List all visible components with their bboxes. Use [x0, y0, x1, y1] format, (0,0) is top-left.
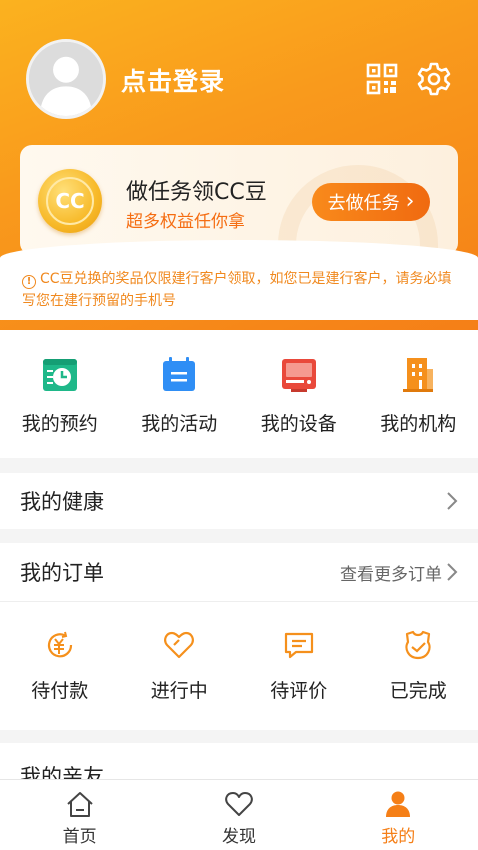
- appointment-icon: [40, 355, 80, 395]
- order-status-to-review[interactable]: 待评价: [239, 628, 359, 703]
- quick-link-device[interactable]: 我的设备: [239, 355, 359, 436]
- in-progress-icon: [162, 628, 196, 662]
- tab-label: 发现: [221, 827, 256, 847]
- relatives-section: 我的亲友: [0, 743, 478, 783]
- coin-label: CC: [46, 177, 94, 225]
- quick-link-label: 我的设备: [260, 413, 337, 435]
- notice-text: ! CC豆兑换的奖品仅限建行客户领取，如您已是建行客户，请务必填写您在建行预留的手…: [22, 268, 462, 312]
- relatives-title[interactable]: 我的亲友: [0, 743, 478, 783]
- order-status-label: 待付款: [31, 680, 89, 702]
- quick-link-activity[interactable]: 我的活动: [120, 355, 240, 436]
- qr-code-button[interactable]: [366, 63, 398, 95]
- order-status-pending-payment[interactable]: 待付款: [0, 628, 120, 703]
- login-link[interactable]: 点击登录: [121, 62, 225, 98]
- health-row[interactable]: 我的健康: [0, 473, 478, 529]
- quick-link-institution[interactable]: 我的机构: [359, 355, 478, 436]
- chevron-right-icon: [447, 563, 458, 581]
- quick-link-label: 我的活动: [141, 413, 218, 435]
- view-more-orders-link[interactable]: 查看更多订单: [340, 560, 458, 585]
- order-status-label: 进行中: [150, 680, 208, 702]
- tab-label: 首页: [62, 827, 97, 847]
- health-title: 我的健康: [20, 490, 104, 514]
- quick-links-section: 我的预约 我的活动 我的设备 我的机构: [0, 330, 478, 458]
- info-icon: !: [22, 275, 36, 289]
- device-icon: [279, 355, 319, 395]
- do-task-button[interactable]: 去做任务 ›: [312, 183, 430, 221]
- qr-code-icon: [366, 63, 398, 95]
- do-task-label: 去做任务: [327, 193, 400, 214]
- quick-link-label: 我的机构: [380, 413, 457, 435]
- person-icon: [386, 791, 411, 817]
- view-more-orders-label: 查看更多订单: [340, 564, 442, 585]
- cc-coin-icon: CC: [38, 169, 102, 233]
- chevron-right-icon: [447, 492, 458, 510]
- tab-label: 我的: [381, 827, 416, 847]
- task-subtitle: 超多权益任你拿: [126, 212, 245, 232]
- default-avatar-icon: [29, 42, 103, 116]
- orders-header: 我的订单 查看更多订单: [0, 543, 478, 601]
- orders-title: 我的订单: [20, 561, 104, 585]
- tab-mine[interactable]: 我的: [319, 780, 478, 850]
- institution-icon: [398, 355, 438, 395]
- order-status-grid: 待付款 进行中 待评价 已完成: [0, 602, 478, 730]
- task-banner[interactable]: CC 做任务领CC豆 超多权益任你拿 去做任务 ›: [20, 145, 458, 255]
- notice-message: CC豆兑换的奖品仅限建行客户领取，如您已是建行客户，请务必填写您在建行预留的手机…: [22, 271, 452, 309]
- heart-icon: [225, 792, 253, 816]
- bottom-tab-bar: 首页 发现 我的: [0, 779, 478, 850]
- quick-link-appointment[interactable]: 我的预约: [0, 355, 120, 436]
- completed-icon: [401, 628, 435, 662]
- order-status-completed[interactable]: 已完成: [359, 628, 478, 703]
- tab-discover[interactable]: 发现: [159, 780, 318, 850]
- pending-payment-icon: [43, 628, 77, 662]
- avatar[interactable]: [26, 39, 106, 119]
- quick-link-label: 我的预约: [21, 413, 98, 435]
- tab-home[interactable]: 首页: [0, 780, 159, 850]
- order-status-label: 已完成: [389, 680, 447, 702]
- chevron-right-icon: ›: [405, 189, 415, 214]
- order-status-label: 待评价: [270, 680, 328, 702]
- task-title: 做任务领CC豆: [126, 180, 267, 205]
- to-review-icon: [282, 628, 316, 662]
- gear-icon: [417, 62, 451, 96]
- order-status-in-progress[interactable]: 进行中: [120, 628, 240, 703]
- settings-button[interactable]: [416, 61, 452, 97]
- home-icon: [66, 792, 93, 817]
- activity-icon: [159, 355, 199, 395]
